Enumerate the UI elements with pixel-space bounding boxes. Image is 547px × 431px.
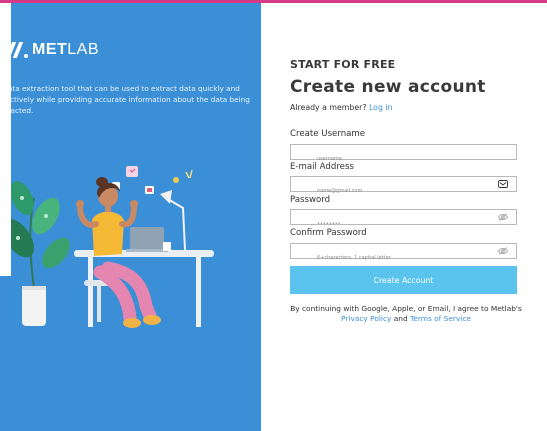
signup-panel: START FOR FREE Create new account Alread…	[261, 3, 547, 431]
hide-password-icon[interactable]	[498, 213, 508, 221]
email-label: E-mail Address	[290, 162, 354, 172]
hide-password-icon[interactable]	[498, 247, 508, 255]
member-prompt: Already a member? Log in	[290, 103, 393, 112]
privacy-policy-link[interactable]: Privacy Policy	[341, 314, 391, 323]
confirm-password-label: Confirm Password	[290, 228, 367, 238]
password-label: Password	[290, 195, 331, 205]
login-link[interactable]: Log in	[369, 103, 393, 112]
brand-tagline: A data extraction tool that can be used …	[0, 84, 250, 115]
username-field[interactable]	[290, 144, 517, 166]
username-label: Create Username	[290, 129, 366, 139]
terms-of-service-link[interactable]: Terms of Service	[410, 314, 471, 323]
create-account-button[interactable]: Create Account	[290, 266, 517, 294]
confirm-password-input[interactable]	[291, 251, 476, 265]
metlab-logo: METLAB	[0, 41, 99, 59]
mail-icon	[498, 180, 508, 188]
email-field[interactable]	[290, 176, 517, 198]
kicker-text: START FOR FREE	[290, 58, 396, 71]
page-title: Create new account	[290, 77, 486, 97]
brand-panel: METLAB A data extraction tool that can b…	[0, 3, 261, 431]
workspace-illustration	[2, 166, 214, 328]
legal-notice: By continuing with Google, Apple, or Ema…	[290, 304, 522, 323]
plant-illustration	[2, 181, 70, 326]
confirm-password-field[interactable]	[290, 243, 517, 265]
floating-icons	[112, 166, 193, 194]
panel-edge-strip	[0, 3, 11, 276]
password-field[interactable]	[290, 209, 517, 231]
